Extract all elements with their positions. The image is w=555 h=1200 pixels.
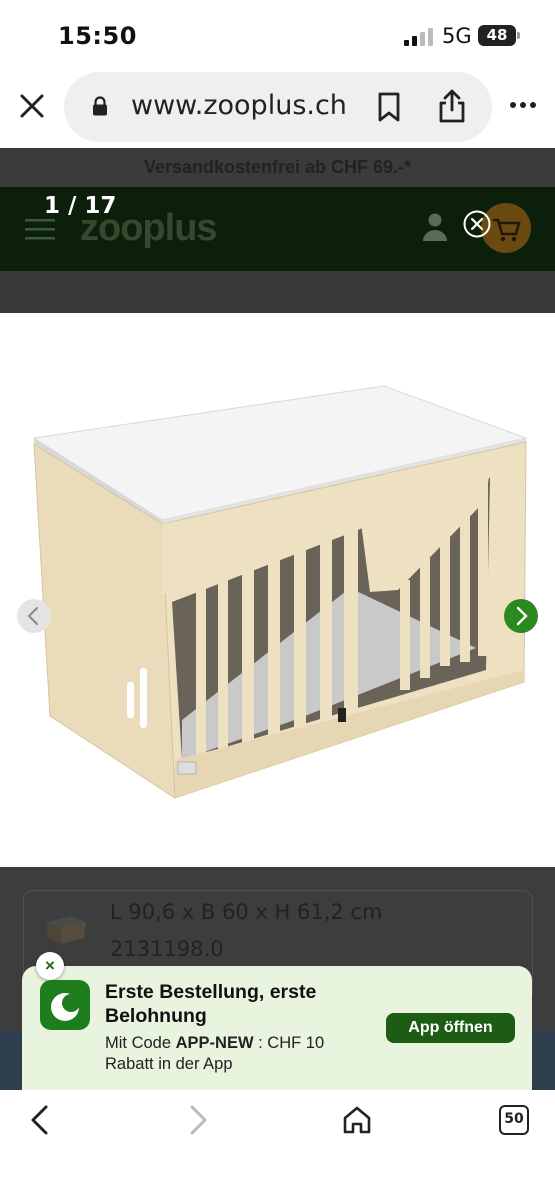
- previous-image-button[interactable]: [17, 599, 51, 633]
- lock-icon: [93, 96, 107, 116]
- tab-switcher-button[interactable]: 50: [499, 1105, 529, 1135]
- bookmark-icon[interactable]: [376, 92, 402, 122]
- close-icon[interactable]: [18, 92, 46, 120]
- promo-banner: Versandkostenfrei ab CHF 69.-*: [0, 148, 555, 187]
- zooplus-app-icon: [40, 980, 90, 1030]
- battery-indicator: 48: [478, 25, 520, 46]
- header-separator: [0, 271, 555, 313]
- banner-close-button[interactable]: ×: [36, 952, 64, 980]
- signal-icon: [404, 28, 433, 46]
- open-app-button[interactable]: App öffnen: [386, 1013, 515, 1043]
- banner-text: Mit Code APP-NEW : CHF 10 Rabatt in der …: [105, 1033, 375, 1075]
- article-number: 2131198.0: [110, 937, 224, 961]
- product-image-dog-crate: [32, 385, 528, 799]
- variant-thumbnail: [46, 916, 86, 944]
- more-options-icon[interactable]: [509, 100, 537, 110]
- lightbox-close-icon[interactable]: [463, 210, 491, 238]
- back-arrow-icon[interactable]: [28, 1104, 52, 1136]
- share-icon[interactable]: [437, 88, 467, 124]
- promo-code: APP-NEW: [175, 1034, 254, 1052]
- image-counter: 1 / 17: [44, 193, 117, 219]
- browser-toolbar: [0, 1090, 555, 1200]
- user-icon: [423, 213, 447, 241]
- url-text[interactable]: www.zooplus.ch: [131, 90, 347, 121]
- product-dimensions: L 90,6 x B 60 x H 61,2 cm: [110, 900, 383, 924]
- menu-icon: [25, 219, 55, 240]
- network-type: 5G: [442, 24, 472, 48]
- banner-title: Erste Bestellung, erste Belohnung: [105, 981, 317, 1027]
- banner-text-prefix: Mit Code: [105, 1034, 176, 1052]
- forward-arrow-icon[interactable]: [186, 1104, 210, 1136]
- status-time: 15:50: [58, 22, 137, 50]
- next-image-button[interactable]: [504, 599, 538, 633]
- home-icon[interactable]: [342, 1105, 372, 1135]
